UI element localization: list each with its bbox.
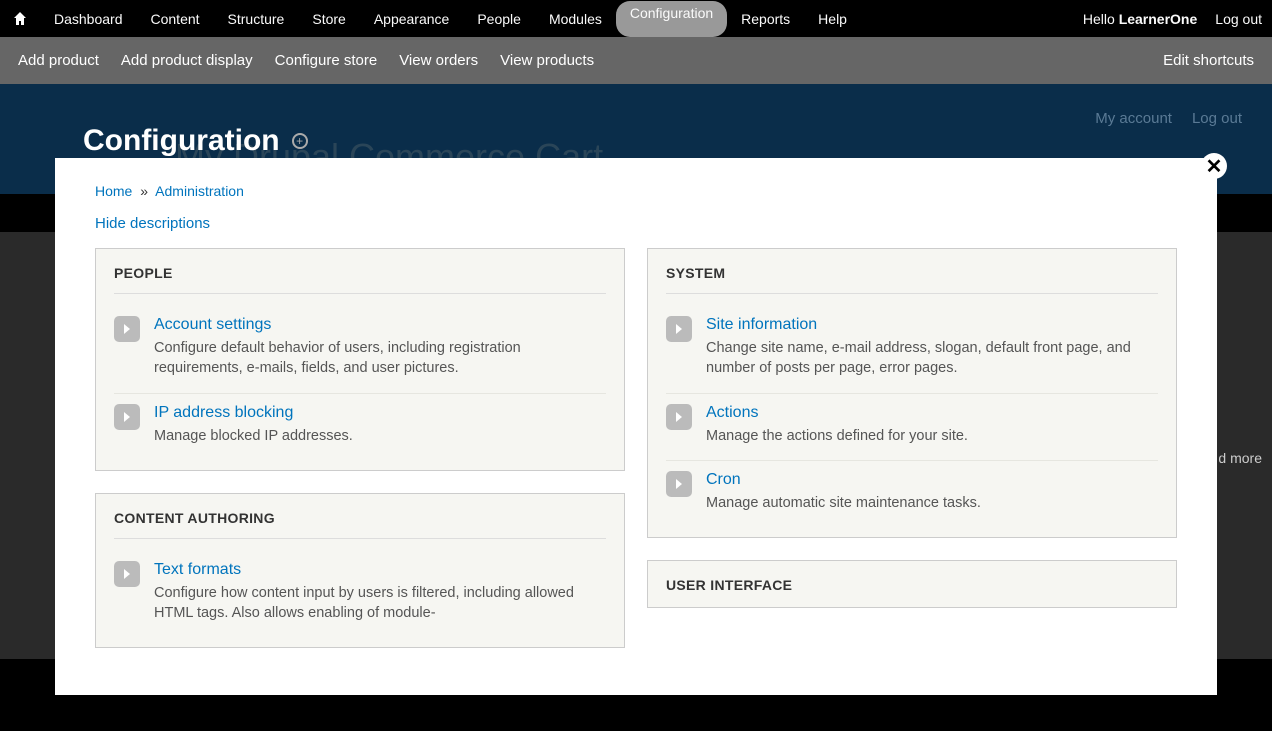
toolbar-item-configuration[interactable]: Configuration	[616, 1, 727, 37]
item-desc: Manage blocked IP addresses.	[154, 426, 606, 446]
actions-link[interactable]: Actions	[706, 404, 758, 422]
ip-blocking-link[interactable]: IP address blocking	[154, 404, 293, 422]
overlay-title-wrap: Configuration +	[83, 124, 308, 158]
toolbar-item-content[interactable]: Content	[137, 1, 214, 37]
panel-title: CONTENT AUTHORING	[114, 510, 606, 539]
logout-link[interactable]: Log out	[1215, 11, 1262, 27]
panel-system: SYSTEM Site information Change site name…	[647, 248, 1177, 538]
site-usermenu: My account Log out	[1095, 110, 1242, 127]
list-item: Actions Manage the actions defined for y…	[666, 394, 1158, 461]
list-item: Site information Change site name, e-mai…	[666, 306, 1158, 394]
hello-text: Hello LearnerOne	[1083, 11, 1197, 27]
chevron-right-icon[interactable]	[114, 561, 140, 587]
panel-title: USER INTERFACE	[666, 577, 1158, 597]
panel-title: PEOPLE	[114, 265, 606, 294]
page-title: Configuration	[83, 124, 280, 158]
truncated-text: d more	[1218, 450, 1262, 466]
toolbar-menu: Dashboard Content Structure Store Appear…	[40, 1, 1083, 37]
left-column: PEOPLE Account settings Configure defaul…	[95, 248, 625, 670]
item-desc: Configure default behavior of users, inc…	[154, 338, 606, 379]
site-information-link[interactable]: Site information	[706, 316, 817, 334]
hide-descriptions-link[interactable]: Hide descriptions	[95, 215, 210, 232]
panel-title: SYSTEM	[666, 265, 1158, 294]
cron-link[interactable]: Cron	[706, 471, 741, 489]
panel-people: PEOPLE Account settings Configure defaul…	[95, 248, 625, 471]
shortcut-view-products[interactable]: View products	[500, 52, 594, 69]
item-desc: Configure how content input by users is …	[154, 583, 606, 624]
account-settings-link[interactable]: Account settings	[154, 316, 271, 334]
breadcrumb-home[interactable]: Home	[95, 183, 132, 199]
toolbar-item-store[interactable]: Store	[298, 1, 359, 37]
toolbar-item-dashboard[interactable]: Dashboard	[40, 1, 137, 37]
site-myaccount-link[interactable]: My account	[1095, 110, 1172, 127]
toolbar-item-reports[interactable]: Reports	[727, 1, 804, 37]
panel-content-authoring: CONTENT AUTHORING Text formats Configure…	[95, 493, 625, 649]
home-icon[interactable]	[10, 9, 30, 29]
chevron-right-icon[interactable]	[114, 316, 140, 342]
site-logout-link[interactable]: Log out	[1192, 110, 1242, 127]
item-desc: Manage automatic site maintenance tasks.	[706, 493, 1158, 513]
toolbar-item-help[interactable]: Help	[804, 1, 861, 37]
toolbar-item-structure[interactable]: Structure	[214, 1, 299, 37]
shortcut-add-product[interactable]: Add product	[18, 52, 99, 69]
right-column: SYSTEM Site information Change site name…	[647, 248, 1177, 670]
toolbar-item-people[interactable]: People	[463, 1, 535, 37]
chevron-right-icon[interactable]	[666, 471, 692, 497]
toolbar-item-appearance[interactable]: Appearance	[360, 1, 464, 37]
add-shortcut-icon[interactable]: +	[292, 133, 308, 149]
text-formats-link[interactable]: Text formats	[154, 561, 241, 579]
breadcrumb-admin[interactable]: Administration	[155, 183, 244, 199]
close-icon[interactable]: ✕	[1201, 153, 1227, 179]
list-item: Account settings Configure default behav…	[114, 306, 606, 394]
chevron-right-icon[interactable]	[666, 404, 692, 430]
shortcut-add-product-display[interactable]: Add product display	[121, 52, 253, 69]
shortcuts-bar: Add product Add product display Configur…	[0, 37, 1272, 84]
chevron-right-icon[interactable]	[114, 404, 140, 430]
list-item: IP address blocking Manage blocked IP ad…	[114, 394, 606, 460]
item-desc: Change site name, e-mail address, slogan…	[706, 338, 1158, 379]
breadcrumb: Home » Administration	[95, 183, 1177, 199]
overlay-panel: ✕ Home » Administration Hide description…	[55, 158, 1217, 695]
list-item: Cron Manage automatic site maintenance t…	[666, 461, 1158, 527]
toolbar-item-modules[interactable]: Modules	[535, 1, 616, 37]
item-desc: Manage the actions defined for your site…	[706, 426, 1158, 446]
chevron-right-icon[interactable]	[666, 316, 692, 342]
shortcut-configure-store[interactable]: Configure store	[275, 52, 378, 69]
admin-toolbar: Dashboard Content Structure Store Appear…	[0, 0, 1272, 37]
shortcut-edit[interactable]: Edit shortcuts	[1163, 52, 1254, 69]
list-item: Text formats Configure how content input…	[114, 551, 606, 638]
panel-user-interface: USER INTERFACE	[647, 560, 1177, 608]
shortcut-view-orders[interactable]: View orders	[399, 52, 478, 69]
